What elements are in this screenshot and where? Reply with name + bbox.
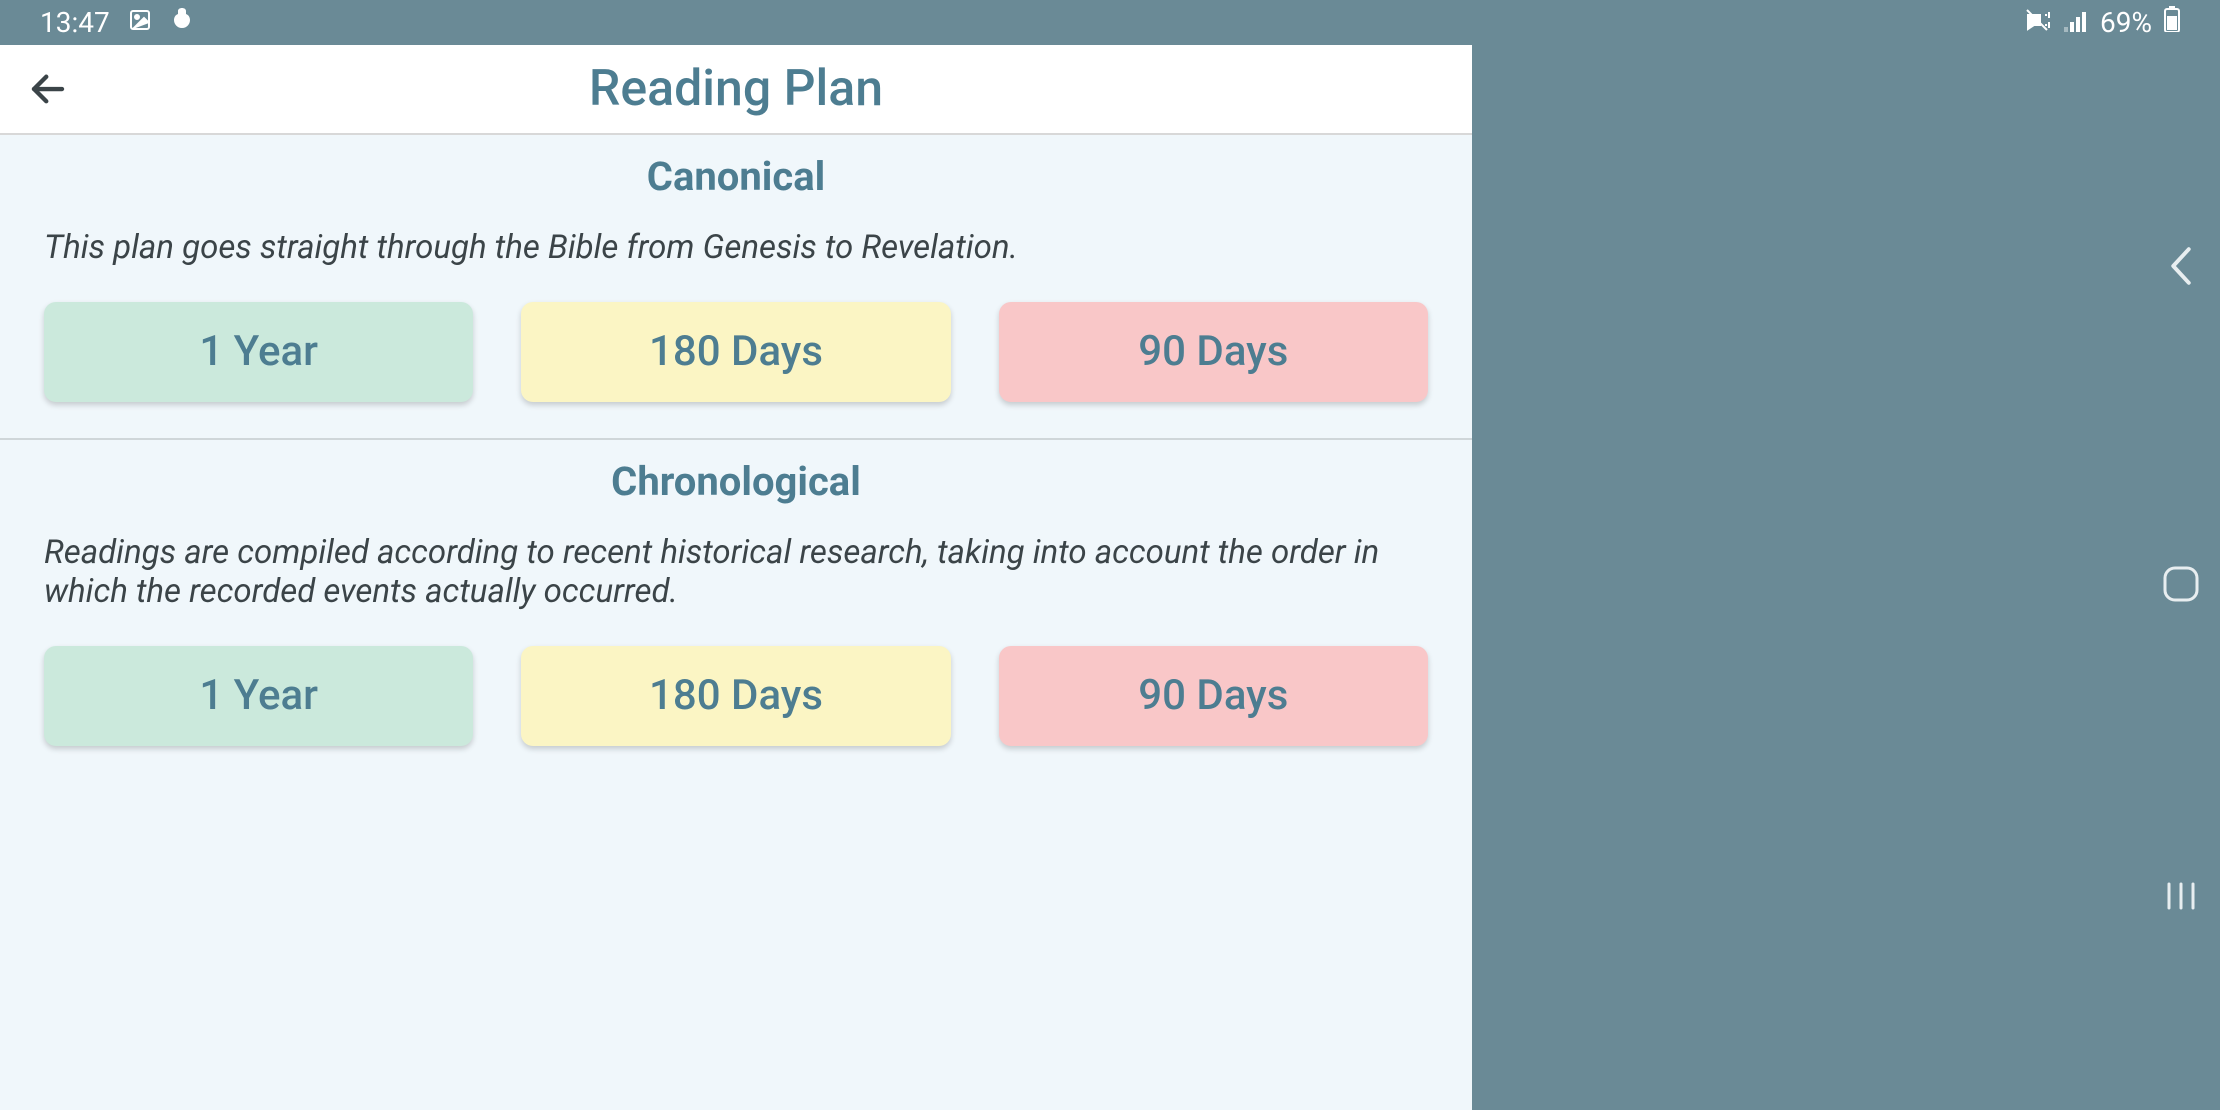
signal-icon	[2064, 6, 2088, 39]
option-chronological-180days[interactable]: 180 Days	[521, 646, 950, 746]
option-canonical-1year[interactable]: 1 Year	[44, 302, 473, 402]
system-bar-spacer	[1472, 45, 2142, 1110]
section-canonical: Canonical This plan goes straight throug…	[0, 135, 1472, 440]
content: Canonical This plan goes straight throug…	[0, 135, 1472, 1110]
options-chronological: 1 Year 180 Days 90 Days	[44, 646, 1428, 746]
app-header: Reading Plan	[0, 45, 1472, 135]
section-chronological: Chronological Readings are compiled acco…	[0, 440, 1472, 782]
app-icon	[170, 6, 194, 39]
section-desc-canonical: This plan goes straight through the Bibl…	[44, 228, 1428, 268]
status-left: 13:47	[40, 6, 194, 39]
vibrate-icon	[2024, 6, 2052, 39]
battery-icon	[2164, 6, 2180, 39]
page-title: Reading Plan	[589, 60, 883, 118]
back-button[interactable]	[24, 65, 72, 113]
status-right: 69%	[2024, 6, 2180, 39]
option-canonical-180days[interactable]: 180 Days	[521, 302, 950, 402]
options-canonical: 1 Year 180 Days 90 Days	[44, 302, 1428, 402]
status-bar: 13:47 69%	[0, 0, 2220, 45]
section-title-chronological: Chronological	[44, 458, 1428, 505]
option-chronological-1year[interactable]: 1 Year	[44, 646, 473, 746]
nav-back-icon[interactable]	[2166, 244, 2196, 288]
option-canonical-90days[interactable]: 90 Days	[999, 302, 1428, 402]
option-chronological-90days[interactable]: 90 Days	[999, 646, 1428, 746]
system-nav-bar	[2142, 45, 2220, 1110]
section-title-canonical: Canonical	[44, 153, 1428, 200]
status-time: 13:47	[40, 6, 110, 39]
section-desc-chronological: Readings are compiled according to recen…	[44, 533, 1428, 612]
gallery-icon	[128, 6, 152, 39]
nav-recents-icon[interactable]	[2163, 880, 2199, 912]
nav-home-icon[interactable]	[2162, 565, 2200, 603]
app-area: Reading Plan Canonical This plan goes st…	[0, 45, 1472, 1110]
battery-percent: 69%	[2100, 6, 2152, 39]
